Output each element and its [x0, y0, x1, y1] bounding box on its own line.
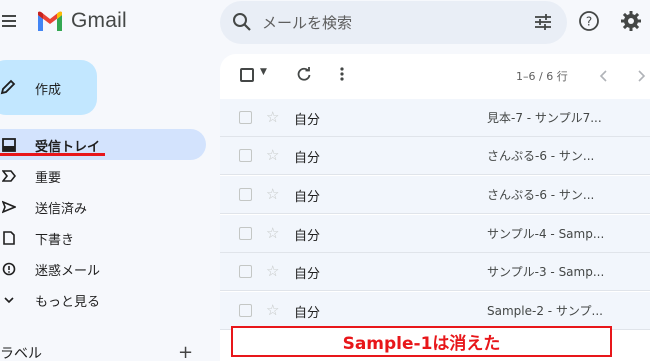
row-checkbox[interactable]	[239, 149, 252, 162]
main-menu-icon[interactable]	[0, 10, 22, 32]
email-row[interactable]: ☆ 自分 サンプル-3 - Samp...	[220, 253, 650, 291]
annotation-text: Sample-1は消えた	[342, 334, 501, 354]
email-row[interactable]: ☆ 自分 見本-7 - サンプル7...	[220, 99, 650, 137]
email-row[interactable]: ☆ 自分 Sample-2 - サンプ...	[220, 292, 650, 330]
help-icon[interactable]: ?	[578, 10, 600, 36]
row-checkbox[interactable]	[239, 265, 252, 278]
email-subject: さんぷる-6 - サン...	[487, 149, 595, 163]
email-subject: Sample-2 - サンプ...	[487, 304, 604, 318]
gmail-m-icon	[38, 11, 62, 31]
gmail-logo[interactable]: Gmail	[36, 9, 127, 33]
search-input[interactable]: メールを検索	[262, 12, 352, 33]
chevron-left-icon[interactable]	[598, 68, 610, 87]
email-row[interactable]: ☆ 自分 さんぷる-6 - サン...	[220, 137, 650, 175]
row-checkbox[interactable]	[239, 227, 252, 240]
draft-icon	[2, 230, 16, 249]
row-checkbox[interactable]	[239, 304, 252, 317]
search-icon[interactable]	[232, 12, 252, 36]
page-counter: 1–6 / 6 行	[516, 70, 568, 83]
star-icon[interactable]: ☆	[266, 108, 279, 126]
refresh-icon[interactable]	[296, 66, 312, 86]
star-icon[interactable]: ☆	[266, 185, 279, 203]
star-icon[interactable]: ☆	[266, 301, 279, 319]
add-label-icon[interactable]: +	[178, 342, 193, 361]
annotation-callout: Sample-1は消えた	[231, 326, 612, 357]
email-sender: 自分	[294, 113, 321, 128]
sidebar-item-label: 重要	[35, 171, 62, 186]
sidebar-item-more[interactable]: もっと見る	[0, 284, 206, 315]
chevron-right-icon[interactable]	[635, 68, 647, 87]
sidebar-item-important[interactable]: 重要	[0, 160, 206, 191]
email-sender: 自分	[294, 190, 321, 205]
more-options-icon[interactable]	[334, 66, 350, 86]
search-bar[interactable]: メールを検索	[220, 1, 567, 44]
important-icon	[1, 168, 17, 187]
send-icon	[1, 199, 18, 218]
sidebar-item-label: 下書き	[35, 233, 75, 248]
sidebar-item-label: 送信済み	[35, 202, 88, 217]
sidebar-item-drafts[interactable]: 下書き	[0, 222, 206, 253]
compose-button[interactable]: 作成	[0, 60, 97, 115]
labels-heading: ラベル	[0, 346, 42, 361]
star-icon[interactable]: ☆	[266, 146, 279, 164]
settings-gear-icon[interactable]	[620, 10, 642, 36]
email-row[interactable]: ☆ 自分 サンプル-4 - Samp...	[220, 215, 650, 253]
email-subject: 見本-7 - サンプル7...	[487, 111, 602, 125]
select-dropdown-icon[interactable]: ▼	[260, 67, 267, 77]
compose-label: 作成	[35, 83, 62, 98]
email-subject: サンプル-3 - Samp...	[487, 265, 605, 279]
pencil-icon	[0, 79, 16, 99]
email-sender: 自分	[294, 229, 321, 244]
spam-icon	[2, 261, 16, 280]
email-sender: 自分	[294, 306, 321, 321]
app-name: Gmail	[71, 9, 127, 32]
email-row[interactable]: ☆ 自分 さんぷる-6 - サン...	[220, 176, 650, 214]
svg-text:?: ?	[586, 15, 592, 29]
star-icon[interactable]: ☆	[266, 262, 279, 280]
email-sender: 自分	[294, 151, 321, 166]
row-checkbox[interactable]	[239, 188, 252, 201]
sidebar-item-label: 迷惑メール	[35, 264, 101, 279]
search-options-icon[interactable]	[533, 12, 553, 36]
annotation-underline	[0, 153, 105, 156]
chevron-down-icon	[2, 292, 16, 311]
email-subject: サンプル-4 - Samp...	[487, 227, 605, 241]
row-checkbox[interactable]	[239, 111, 252, 124]
sidebar-item-sent[interactable]: 送信済み	[0, 191, 206, 222]
select-all-checkbox[interactable]	[240, 68, 254, 82]
sidebar-item-label: もっと見る	[35, 295, 101, 310]
sidebar-item-spam[interactable]: 迷惑メール	[0, 253, 206, 284]
email-sender: 自分	[294, 267, 321, 282]
star-icon[interactable]: ☆	[266, 224, 279, 242]
email-subject: さんぷる-6 - サン...	[487, 188, 595, 202]
message-toolbar: ▼ 1–6 / 6 行	[220, 54, 650, 98]
